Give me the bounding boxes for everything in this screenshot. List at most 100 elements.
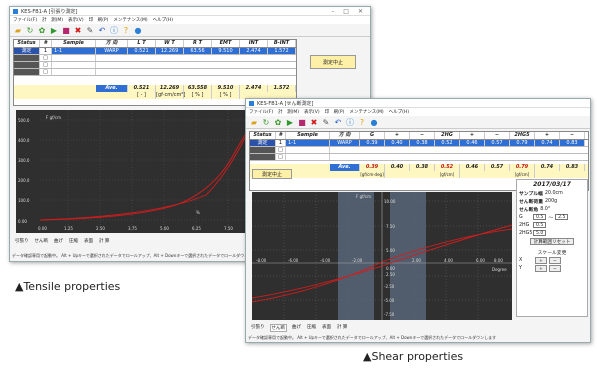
stop-measurement-button[interactable]: 測定中止 <box>252 169 292 179</box>
globe-icon[interactable]: ● <box>133 25 143 35</box>
help-icon[interactable]: ? <box>121 25 131 35</box>
table-row-empty[interactable]: □ <box>14 55 296 62</box>
refresh-icon[interactable]: ↻ <box>25 25 35 35</box>
shear-ylabel: F gf/cm <box>356 194 371 199</box>
menu-file[interactable]: ファイル(F) <box>249 109 273 115</box>
units-row: [gf/cm·deg] [gf/cm] [gf/cm] <box>250 171 588 178</box>
delete-icon[interactable]: ✖ <box>309 117 319 127</box>
tab-bending[interactable]: 曲げ <box>291 324 302 332</box>
menu-measure[interactable]: 計 測(M) <box>278 109 299 115</box>
maximize-icon[interactable]: □ <box>343 8 349 15</box>
menu-help[interactable]: ヘルプ(H) <box>153 17 173 23</box>
g-range-to[interactable]: 2.5 <box>555 214 569 220</box>
status-bar: データ確認専用で起動中。 Alt + Upキーで選択されたデータでロールアップ、… <box>12 253 261 258</box>
y-tick: 2.50 <box>386 272 395 277</box>
globe-icon[interactable]: ● <box>369 117 379 127</box>
play-icon[interactable]: ▶ <box>285 117 295 127</box>
tab-calc[interactable]: 計 算 <box>98 238 110 244</box>
col-num: # <box>40 40 52 47</box>
gear-icon[interactable]: ✿ <box>37 25 47 35</box>
gear-icon[interactable]: ✿ <box>273 117 283 127</box>
folder-icon[interactable]: ▰ <box>13 25 23 35</box>
x-tick: 4.00 <box>444 258 453 263</box>
y-tick: -7.50 <box>384 312 395 317</box>
y-tick: -2.50 <box>384 284 395 289</box>
stop-icon[interactable]: ■ <box>61 25 71 35</box>
table-row-empty[interactable]: □ <box>250 147 588 154</box>
y-scale-minus[interactable]: − <box>548 264 561 272</box>
undo-icon[interactable]: ↶ <box>333 117 343 127</box>
x-tick: -2.00 <box>352 258 363 263</box>
x-scale-minus[interactable]: − <box>548 256 561 264</box>
folder-icon[interactable]: ▰ <box>249 117 259 127</box>
table-row[interactable]: 測定 1 1-1 WARP 0.39 0.40 0.38 0.52 0.46 0… <box>250 140 588 147</box>
eraser-icon[interactable]: ✎ <box>85 25 95 35</box>
delete-icon[interactable]: ✖ <box>73 25 83 35</box>
reset-range-button[interactable]: 計算範囲リセット <box>529 237 575 245</box>
menu-help[interactable]: ヘルプ(H) <box>389 109 409 115</box>
tab-calc[interactable]: 計 算 <box>336 324 348 332</box>
tab-shear[interactable]: せん断 <box>269 324 287 332</box>
toolbar: ▰ ↻ ✿ ▶ ■ ✖ ✎ ↶ ⓘ ? ● <box>246 116 590 129</box>
info-icon[interactable]: ⓘ <box>109 25 119 35</box>
col-rt: R T <box>184 40 212 47</box>
tab-tensile[interactable]: 引張り <box>250 324 266 332</box>
2hg-range[interactable]: 0.5 <box>533 222 547 228</box>
menu-file[interactable]: ファイル(F) <box>13 17 37 23</box>
tab-compression[interactable]: 圧縮 <box>68 238 79 244</box>
tab-bending[interactable]: 曲げ <box>53 238 64 244</box>
stop-measurement-button[interactable]: 測定中止 <box>310 55 356 69</box>
help-icon[interactable]: ? <box>357 117 367 127</box>
shear-highlight-band <box>338 192 374 320</box>
tab-compression[interactable]: 圧縮 <box>306 324 317 332</box>
close-icon[interactable]: ✕ <box>358 8 363 15</box>
menu-maintenance[interactable]: メンテナンス(M) <box>349 109 383 115</box>
tab-tensile[interactable]: 引張り <box>14 238 30 244</box>
shear-window: KES-FB1-A [せん断測定] ファイル(F) 計 測(M) 表示(V) 印… <box>245 98 591 343</box>
tensile-xlabel: % <box>196 210 200 215</box>
y-scale-plus[interactable]: + <box>535 264 547 272</box>
tensile-caption: ▲Tensile properties <box>15 280 121 293</box>
tab-surface[interactable]: 表面 <box>83 238 94 244</box>
stop-icon[interactable]: ■ <box>297 117 307 127</box>
table-row-empty[interactable]: □ <box>14 62 296 69</box>
2hg5-range[interactable]: 5.0 <box>533 230 547 236</box>
tab-surface[interactable]: 表面 <box>321 324 332 332</box>
menu-print[interactable]: 印 刷(P) <box>325 109 345 115</box>
play-icon[interactable]: ▶ <box>49 25 59 35</box>
table-row-empty[interactable]: □ <box>14 69 296 76</box>
info-icon[interactable]: ⓘ <box>345 117 355 127</box>
y-tick: 500.0 <box>18 118 30 123</box>
menu-bar: ファイル(F) 計 測(M) 表示(V) 印 刷(P) メンテナンス(M) ヘル… <box>246 108 590 116</box>
table-row[interactable]: 測定 1 1-1 WARP 0.521 12.269 63.56 9.510 2… <box>14 48 296 55</box>
title-bar: KES-FB1-A [引張り測定] – □ ✕ <box>10 7 370 16</box>
menu-print[interactable]: 印 刷(P) <box>89 17 109 23</box>
col-status: Status <box>14 40 40 47</box>
undo-icon[interactable]: ↶ <box>97 25 107 35</box>
x-tick: 5.00 <box>160 226 169 231</box>
shear-highlight-band <box>390 192 426 320</box>
y-tick: 0.00 <box>18 219 27 224</box>
minimize-icon[interactable]: – <box>331 8 334 15</box>
x-scale-plus[interactable]: + <box>535 256 547 264</box>
x-tick: 2.50 <box>96 226 105 231</box>
g-range-from[interactable]: 0.5 <box>533 214 547 220</box>
refresh-icon[interactable]: ↻ <box>261 117 271 127</box>
tab-strip: 引張り せん断 曲げ 圧縮 表面 計 算 <box>250 324 348 332</box>
col-bint: B-INT <box>268 40 296 47</box>
title-bar: KES-FB1-A [せん断測定] <box>246 99 590 108</box>
menu-maintenance[interactable]: メンテナンス(M) <box>113 17 147 23</box>
y-tick: 5.00 <box>386 248 395 253</box>
tab-shear[interactable]: せん断 <box>34 238 50 244</box>
x-tick: -8.00 <box>256 258 267 263</box>
table-row-empty[interactable]: □ <box>250 154 588 161</box>
eraser-icon[interactable]: ✎ <box>321 117 331 127</box>
shear-plot: F gf/cm 10.00 7.50 5.00 2.50 0.00 -2.50 … <box>251 192 513 320</box>
menu-view[interactable]: 表示(V) <box>304 109 320 115</box>
menu-view[interactable]: 表示(V) <box>68 17 84 23</box>
y-tick: 0.00 <box>386 266 395 271</box>
x-tick: -6.00 <box>288 258 299 263</box>
menu-measure[interactable]: 計 測(M) <box>42 17 63 23</box>
shear-xlabel: Degree <box>492 267 507 272</box>
tensile-ylabel: F gf/cm <box>46 115 61 120</box>
